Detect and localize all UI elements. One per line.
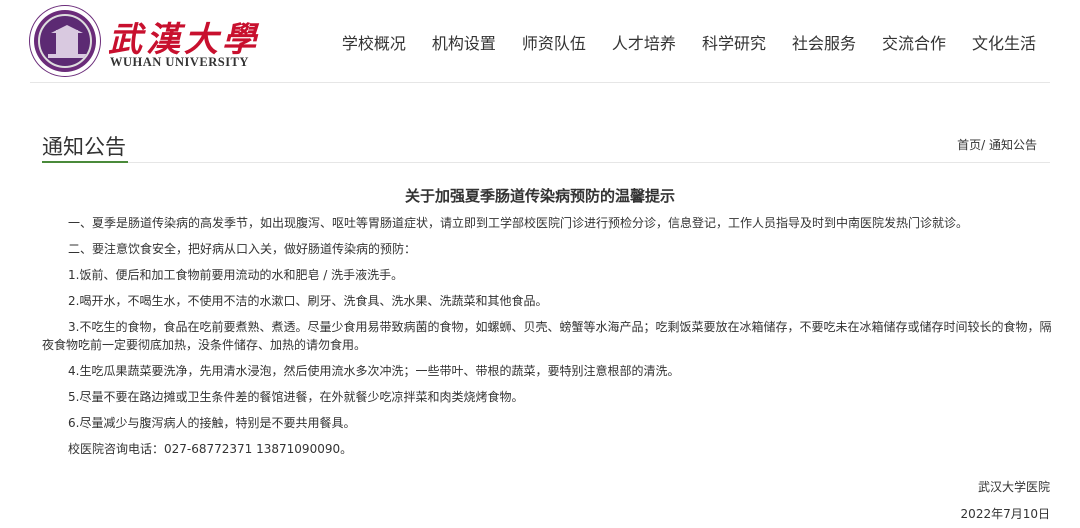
- section-title-underline: [42, 161, 128, 163]
- nav-item-education[interactable]: 人才培养: [612, 30, 676, 54]
- seal-building-shape: [56, 30, 78, 54]
- seal-base-shape: [48, 54, 86, 58]
- header-divider: [30, 82, 1050, 83]
- article-paragraph-8: 6.尽量减少与腹泻病人的接触，特别是不要共用餐具。: [68, 416, 356, 430]
- nav-item-research[interactable]: 科学研究: [702, 30, 766, 54]
- logo-english-name[interactable]: WUHAN UNIVERSITY: [110, 55, 249, 70]
- section-divider: [42, 162, 1050, 163]
- breadcrumb-home-link[interactable]: 首页/: [957, 138, 985, 152]
- breadcrumb-current[interactable]: 通知公告: [989, 138, 1037, 152]
- nav-item-exchange[interactable]: 交流合作: [882, 30, 946, 54]
- article-signature: 武汉大学医院: [977, 480, 1050, 494]
- nav-item-faculty[interactable]: 师资队伍: [522, 30, 586, 54]
- article-paragraph-6: 4.生吃瓜果蔬菜要洗净，先用清水浸泡，然后使用流水多次冲洗；一些带叶、带根的蔬菜…: [68, 364, 680, 378]
- university-seal-logo[interactable]: [30, 6, 100, 76]
- site-header: 武漢大學 WUHAN UNIVERSITY 学校概况 机构设置 师资队伍 人才培…: [0, 0, 1080, 82]
- article-paragraph-9: 校医院咨询电话：027-68772371 13871090090。: [68, 442, 353, 456]
- article-date: 2022年7月10日: [960, 507, 1050, 521]
- article-paragraph-3: 1.饭前、便后和加工食物前要用流动的水和肥皂 / 洗手液洗手。: [68, 268, 404, 282]
- nav-item-culture[interactable]: 文化生活: [972, 30, 1036, 54]
- logo-chinese-name[interactable]: 武漢大學: [108, 12, 260, 61]
- seal-inner: [38, 14, 92, 68]
- article-paragraph-1: 一、夏季是肠道传染病的高发季节，如出现腹泻、呕吐等胃肠道症状，请立即到工学部校医…: [68, 216, 969, 230]
- nav-item-departments[interactable]: 机构设置: [432, 30, 496, 54]
- nav-item-overview[interactable]: 学校概况: [342, 30, 406, 54]
- article-body: 一、夏季是肠道传染病的高发季节，如出现腹泻、呕吐等胃肠道症状，请立即到工学部校医…: [42, 214, 1052, 466]
- article-paragraph-4: 2.喝开水，不喝生水，不使用不洁的水漱口、刷牙、洗食具、洗水果、洗蔬菜和其他食品…: [68, 294, 548, 308]
- breadcrumb: 首页/ 通知公告: [957, 136, 1037, 153]
- article-paragraph-5: 3.不吃生的食物，食品在吃前要煮熟、煮透。尽量少食用易带致病菌的食物，如螺蛳、贝…: [42, 320, 1052, 352]
- nav-item-service[interactable]: 社会服务: [792, 30, 856, 54]
- main-nav: 学校概况 机构设置 师资队伍 人才培养 科学研究 社会服务 交流合作 文化生活: [316, 30, 1036, 54]
- article-paragraph-2: 二、要注意饮食安全，把好病从口入关，做好肠道传染病的预防：: [68, 242, 417, 256]
- article-title: 关于加强夏季肠道传染病预防的温馨提示: [404, 187, 675, 205]
- article-paragraph-7: 5.尽量不要在路边摊或卫生条件差的餐馆进餐，在外就餐少吃凉拌菜和肉类烧烤食物。: [68, 390, 524, 404]
- section-title: 通知公告: [42, 135, 126, 159]
